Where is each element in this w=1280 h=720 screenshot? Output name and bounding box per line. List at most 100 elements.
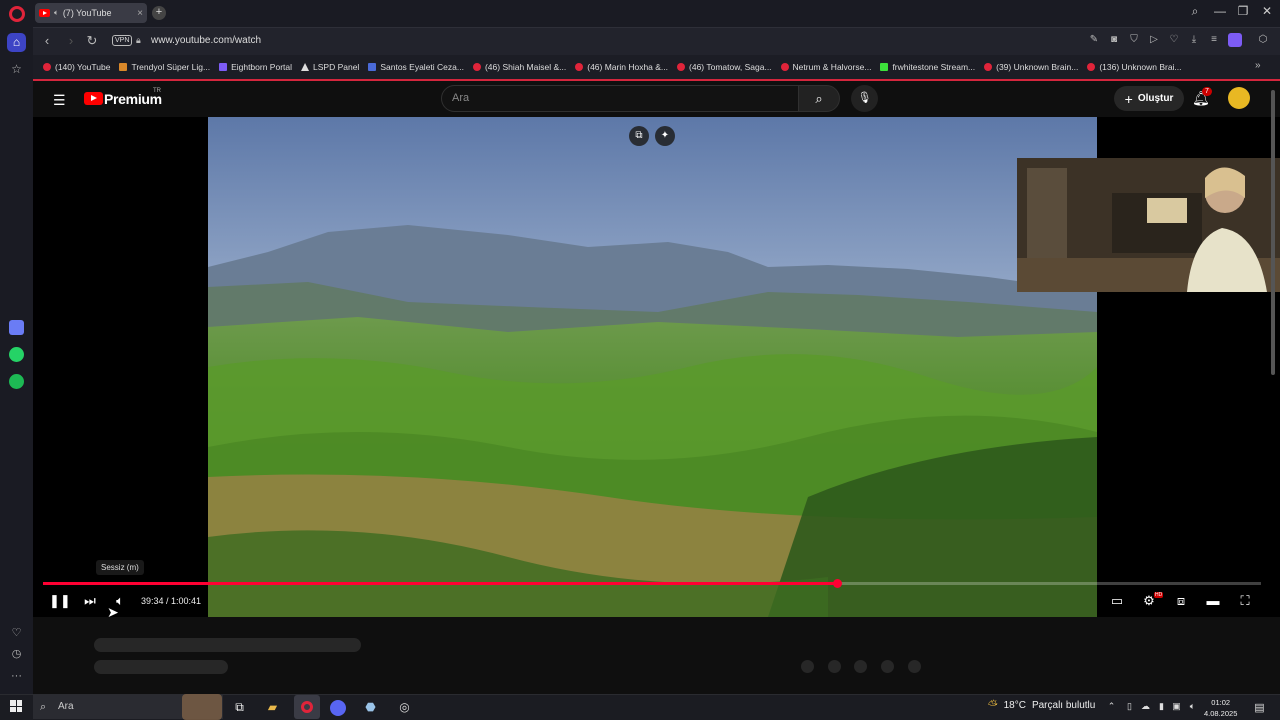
search-input[interactable]: Ara [441, 85, 799, 112]
search-icon: ⌕ [815, 91, 823, 106]
page-scrollbar[interactable] [1271, 90, 1275, 375]
aria-icon[interactable] [9, 320, 24, 335]
bookmark-item[interactable]: (136) Unknown Brai... [1087, 62, 1182, 72]
youtube-logo-icon[interactable] [84, 92, 103, 105]
bookmark-item[interactable]: (46) Tomatow, Saga... [677, 62, 772, 72]
more-icon[interactable]: ··· [7, 667, 26, 686]
bookmark-item[interactable]: Eightborn Portal [219, 62, 292, 72]
youtube-icon [472, 63, 481, 71]
bookmark-item[interactable]: Santos Eyaleti Ceza... [368, 62, 464, 72]
edit-icon[interactable]: ✎ [1087, 34, 1101, 45]
heart-icon[interactable]: ♡ [7, 624, 26, 643]
lock-icon[interactable]: 🔒︎ [136, 35, 141, 46]
minimize-button[interactable]: — [1210, 4, 1230, 18]
bookmark-item[interactable]: (140) YouTube [43, 62, 110, 72]
vpn-badge[interactable]: VPN [112, 35, 133, 46]
file-explorer-icon[interactable]: ▰ [264, 699, 281, 716]
subtitles-button[interactable]: ▭ [1107, 593, 1127, 609]
bookmark-item[interactable]: (46) Shiah Maisel &... [472, 62, 566, 72]
history-icon[interactable]: ◷ [7, 645, 26, 664]
bookmark-item[interactable]: Trendyol Süper Lig... [119, 62, 210, 72]
restore-button[interactable]: ❐ [1233, 4, 1253, 18]
forward-button[interactable]: › [63, 33, 79, 48]
bookmark-item[interactable]: (46) Marin Hoxha &... [575, 62, 668, 72]
download-icon[interactable]: ⤓ [1187, 34, 1201, 45]
back-button[interactable]: ‹ [39, 33, 55, 48]
mic-icon[interactable]: ▮ [1155, 701, 1168, 712]
url-field[interactable]: www.youtube.com/watch [151, 35, 261, 46]
loading-dot [828, 660, 841, 673]
audio-playing-icon[interactable]: 🔈︎ [54, 8, 59, 18]
speaker-icon[interactable]: 🔈︎ [1186, 701, 1199, 712]
ask-ai-sparkle-icon[interactable]: ✦ [655, 126, 675, 146]
new-tab-button[interactable]: + [152, 6, 166, 20]
youtube-icon [43, 63, 51, 71]
youtube-icon [780, 63, 789, 71]
player-icon[interactable]: ▷ [1147, 34, 1161, 45]
discord-icon[interactable] [330, 700, 346, 716]
home-icon[interactable]: ⌂ [7, 33, 26, 52]
avatar[interactable] [1228, 87, 1250, 109]
youtube-icon [677, 63, 686, 71]
bookmarks-bar: (140) YouTube Trendyol Süper Lig... Eigh… [33, 55, 1280, 79]
search-button[interactable]: ⌕ [798, 85, 840, 112]
loading-dot [881, 660, 894, 673]
weather-widget[interactable]: ⛅︎ 18°C Parçalı bulutlu [988, 698, 1095, 713]
close-window-button[interactable]: ✕ [1257, 4, 1277, 18]
region-code: TR [153, 88, 161, 94]
video-frame[interactable] [208, 117, 1097, 617]
youtube-icon [1087, 63, 1096, 71]
heart-icon[interactable]: ♡ [1167, 34, 1181, 45]
landscape-video-image [208, 117, 1097, 617]
search-highlight-image [182, 694, 222, 720]
miniplayer-button[interactable]: ⧈ [1171, 593, 1191, 609]
youtube-icon [984, 63, 993, 71]
steam-icon[interactable]: ⬣ [362, 699, 379, 716]
whatsapp-icon[interactable] [9, 347, 24, 362]
windows-start-icon[interactable] [10, 700, 22, 712]
notifications-icon[interactable]: ▤ [1253, 701, 1266, 714]
shield-icon[interactable]: ⛉ [1127, 34, 1141, 45]
bookmark-item[interactable]: (39) Unknown Brain... [984, 62, 1078, 72]
show-hidden-icons-icon[interactable]: ⌃ [1105, 701, 1118, 712]
theater-mode-button[interactable]: ▬ [1203, 593, 1223, 608]
star-icon[interactable]: ☆ [7, 60, 26, 79]
bookmark-item[interactable]: Netrum & Halvorse... [780, 62, 871, 72]
trendyol-icon [119, 63, 128, 71]
bookmark-item[interactable]: LSPD Panel [301, 62, 359, 72]
copy-link-icon[interactable]: ⧉ [629, 126, 649, 146]
tab-close-icon[interactable]: × [137, 8, 143, 19]
device-icon[interactable]: ▯ [1123, 701, 1136, 712]
time-display: 39:34 / 1:00:41 [141, 596, 202, 606]
bookmark-item[interactable]: frwhitestone Stream... [880, 62, 975, 72]
easy-setup-icon[interactable]: ≡ [1207, 34, 1221, 45]
browser-tab-youtube[interactable]: 🔈︎ (7) YouTube × [35, 3, 147, 23]
partly-cloudy-icon: ⛅︎ [988, 698, 998, 712]
spotify-icon[interactable] [9, 374, 24, 389]
task-view-icon[interactable]: ⧉ [231, 699, 248, 716]
cloud-icon[interactable]: ☁ [1139, 701, 1152, 712]
search-icon: ⌕ [40, 701, 47, 713]
youtube-favicon-icon [39, 9, 50, 17]
camera-icon[interactable]: ◙ [1107, 34, 1121, 45]
fullscreen-icon: ⛶ [1240, 593, 1250, 608]
hamburger-menu-icon[interactable]: ☰ [53, 92, 66, 109]
loading-dot [801, 660, 814, 673]
network-icon[interactable]: ▣ [1170, 701, 1183, 712]
pause-button[interactable]: ❚❚ [49, 593, 71, 609]
next-button[interactable]: ⏭︎ [80, 593, 100, 609]
app-icon[interactable]: ◎ [396, 699, 413, 716]
fullscreen-button[interactable]: ⛶ [1235, 593, 1255, 609]
profile-icon[interactable] [1228, 33, 1242, 47]
channel-skeleton [94, 660, 228, 674]
browser-title-bar [0, 0, 1280, 27]
taskbar-clock[interactable]: 01:02 4.08.2025 [1204, 697, 1237, 719]
opera-logo-icon[interactable] [9, 6, 25, 22]
extensions-icon[interactable]: ⬡ [1256, 34, 1270, 45]
opera-taskbar-icon[interactable] [294, 695, 320, 719]
reload-button[interactable]: ↻ [84, 33, 100, 49]
tab-search-icon[interactable]: ⌕ [1185, 4, 1205, 19]
bookmarks-more-icon[interactable]: » [1255, 60, 1261, 71]
voice-search-button[interactable]: 🎙︎ [851, 85, 878, 112]
create-button[interactable]: + Oluştur [1114, 86, 1184, 111]
